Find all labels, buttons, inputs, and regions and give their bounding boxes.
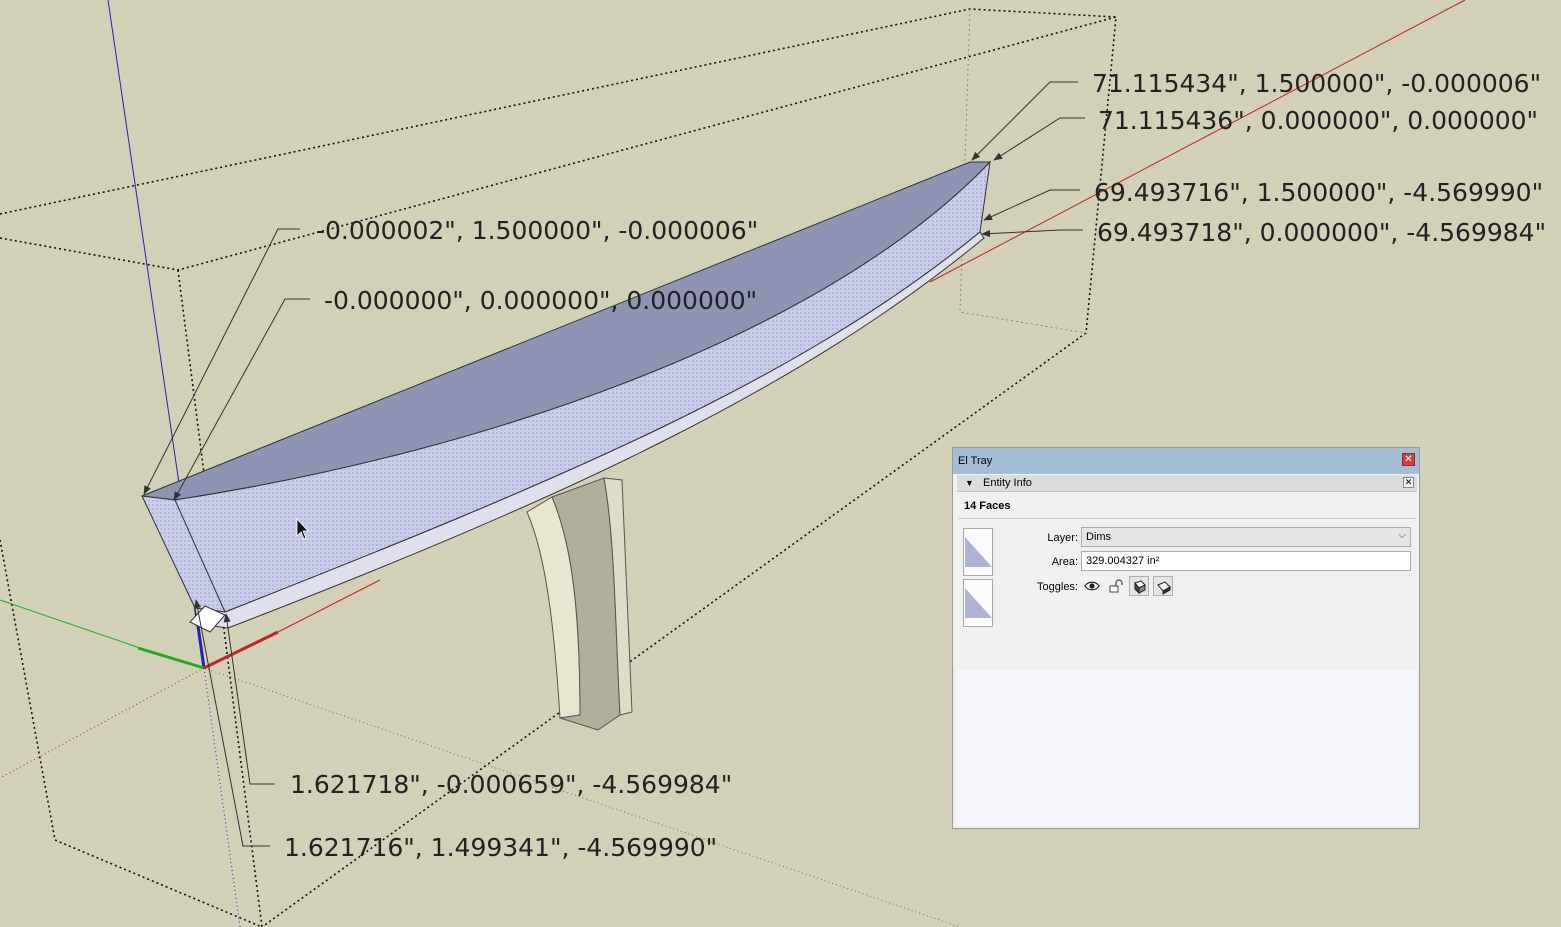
support-post (526, 477, 633, 731)
selection-summary: 14 Faces (964, 500, 1011, 512)
dim-label-left-bottom-inner: 1.621718", -0.000659", -4.569984" (290, 770, 732, 799)
dim-label-top-end-inner: 71.115436", 0.000000", 0.000000" (1098, 106, 1538, 135)
tray-empty-area (957, 670, 1417, 826)
tray-title-bar[interactable]: El Tray ✕ (953, 448, 1419, 474)
entity-info-section-header[interactable]: ▼ Entity Info ✕ (957, 475, 1417, 492)
area-value: 329.004327 in² (1086, 555, 1160, 567)
layer-label: Layer: (1047, 532, 1078, 544)
dim-label-bottom-end-inner: 69.493718", 0.000000", -4.569984" (1097, 218, 1546, 247)
layer-value: Dims (1086, 531, 1112, 543)
tray-title: El Tray (958, 455, 993, 467)
toggles-label: Toggles: (1037, 581, 1078, 593)
entity-info-section-title: Entity Info (982, 477, 1032, 489)
cast-shadow-icon[interactable] (1129, 576, 1149, 596)
collapse-triangle-icon[interactable]: ▼ (965, 478, 974, 488)
back-material-swatch[interactable] (963, 579, 993, 627)
area-field[interactable]: 329.004327 in² (1081, 551, 1411, 571)
dim-label-bottom-end-outer: 69.493716", 1.500000", -4.569990" (1094, 178, 1543, 207)
eye-icon[interactable] (1082, 576, 1102, 596)
dim-label-top-end-outer: 71.115434", 1.500000", -0.000006" (1092, 69, 1541, 98)
dim-label-left-top-origin: -0.000000", 0.000000", 0.000000" (324, 286, 757, 315)
receive-shadow-icon[interactable] (1153, 576, 1173, 596)
dim-label-left-bottom-outer: 1.621716", 1.499341", -4.569990" (284, 833, 717, 862)
dim-label-left-top-outer: -0.000002", 1.500000", -0.000006" (316, 216, 758, 245)
layer-dropdown[interactable]: Dims ⌵ (1081, 527, 1411, 547)
chevron-down-icon[interactable]: ⌵ (1398, 530, 1406, 541)
section-close-icon[interactable]: ✕ (1403, 477, 1414, 488)
area-label: Area: (1051, 556, 1078, 568)
close-icon[interactable]: ✕ (1402, 453, 1415, 466)
divider (958, 518, 1416, 519)
entity-info-tray: El Tray ✕ ▼ Entity Info ✕ 14 Faces Layer… (952, 447, 1420, 829)
front-material-swatch[interactable] (963, 528, 993, 576)
lock-icon[interactable] (1105, 576, 1125, 596)
